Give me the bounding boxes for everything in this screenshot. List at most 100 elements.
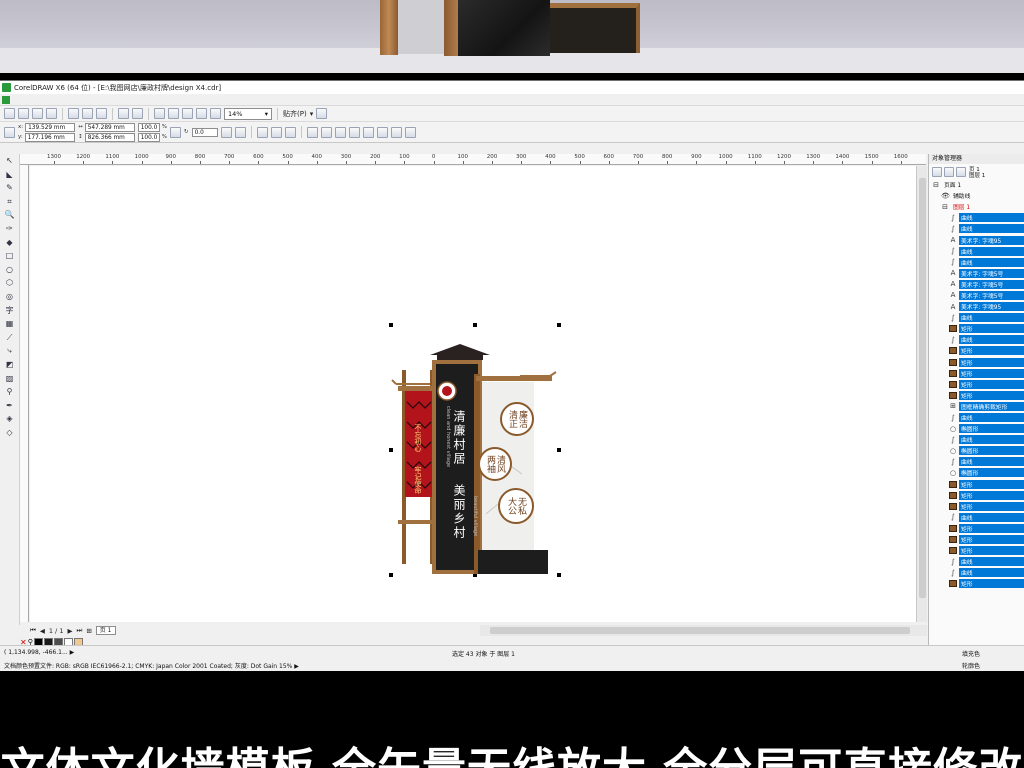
object-tree-row[interactable]: 矩形 xyxy=(929,368,1024,379)
simplify-icon[interactable] xyxy=(362,126,374,138)
object-tree-row[interactable]: ∫ 曲线 xyxy=(929,257,1024,268)
app-launcher-icon[interactable] xyxy=(210,108,221,119)
first-page-icon[interactable]: ⏮ xyxy=(30,626,36,635)
cut-icon[interactable] xyxy=(68,108,79,119)
publish-pdf-icon[interactable] xyxy=(196,108,207,119)
horizontal-scrollbar[interactable] xyxy=(480,625,927,636)
object-tree-row[interactable]: 矩形 xyxy=(929,523,1024,534)
outline-pen-icon[interactable]: ✒ xyxy=(4,401,15,411)
object-tree-row[interactable]: ∫ 曲线 xyxy=(929,434,1024,445)
object-tree-row[interactable]: 矩形 xyxy=(929,357,1024,368)
search-content-icon[interactable] xyxy=(154,108,165,119)
last-page-icon[interactable]: ⏭ xyxy=(76,626,82,635)
undo-icon[interactable] xyxy=(118,108,129,119)
object-tree-row[interactable]: 矩形 xyxy=(929,479,1024,490)
front-minus-back-icon[interactable] xyxy=(376,126,388,138)
layer-manager-icon[interactable] xyxy=(944,166,954,177)
object-tree-row[interactable]: ○ 椭圆形 xyxy=(929,467,1024,478)
next-page-icon[interactable]: ▶ xyxy=(67,627,72,635)
new-document-icon[interactable] xyxy=(4,108,15,119)
height-field[interactable]: 826.366 mm xyxy=(84,132,135,142)
object-tree-row[interactable]: 矩形 xyxy=(929,345,1024,356)
table-tool-icon[interactable]: ▦ xyxy=(4,319,15,329)
object-tree-row[interactable]: ⊞ 图框精确剪裁矩形 xyxy=(929,401,1024,412)
scroll-thumb[interactable] xyxy=(490,627,910,634)
object-tree-row[interactable]: 矩形 xyxy=(929,501,1024,512)
width-field[interactable]: 547.289 mm xyxy=(84,122,135,132)
dimension-tool-icon[interactable]: ⟋ xyxy=(4,333,15,343)
object-tree-row[interactable]: A 美术字: 字魂95 xyxy=(929,234,1024,245)
scale-x-field[interactable]: 100.0 xyxy=(137,122,160,132)
smart-fill-icon[interactable]: ◆ xyxy=(4,238,15,248)
add-page-icon[interactable]: ⊞ xyxy=(86,627,91,635)
object-tree-row[interactable]: ∫ 曲线 xyxy=(929,412,1024,423)
freehand-tool-icon[interactable]: ✑ xyxy=(4,224,15,234)
back-minus-front-icon[interactable] xyxy=(390,126,402,138)
export-icon[interactable] xyxy=(182,108,193,119)
blend-tool-icon[interactable]: ◩ xyxy=(4,360,15,370)
rectangle-tool-icon[interactable]: □ xyxy=(4,251,15,261)
object-tree-row[interactable]: 矩形 xyxy=(929,534,1024,545)
pick-tool-icon[interactable]: ↖ xyxy=(4,156,15,166)
x-position-field[interactable]: 139.529 mm xyxy=(25,122,76,132)
ungroup-all-icon[interactable] xyxy=(284,126,296,138)
object-tree-row[interactable]: A 美术字: 字魂95 xyxy=(929,301,1024,312)
y-position-field[interactable]: 177.196 mm xyxy=(24,132,75,142)
object-tree-row[interactable]: A 美术字: 字魂5号 xyxy=(929,279,1024,290)
object-tree-row[interactable]: ○ 椭圆形 xyxy=(929,445,1024,456)
copy-icon[interactable] xyxy=(82,108,93,119)
scale-y-field[interactable]: 100.0 xyxy=(137,132,160,142)
import-icon[interactable] xyxy=(168,108,179,119)
connector-tool-icon[interactable]: ⤷ xyxy=(4,346,15,356)
object-tree-row[interactable]: ⊟ 页面 1 xyxy=(929,179,1024,190)
object-origin-icon[interactable] xyxy=(4,126,15,138)
object-tree-row[interactable]: 矩形 xyxy=(929,545,1024,556)
snap-to-menu[interactable]: 贴齐(P) xyxy=(283,109,307,119)
object-tree-row[interactable]: A 美术字: 字魂5号 xyxy=(929,290,1024,301)
shape-tool-icon[interactable]: ◣ xyxy=(4,170,15,180)
object-tree-row[interactable]: ∫ 曲线 xyxy=(929,312,1024,323)
scroll-thumb[interactable] xyxy=(919,178,926,598)
object-tree-row[interactable]: ∫ 曲线 xyxy=(929,246,1024,257)
fill-color-indicator[interactable]: 填充色 xyxy=(962,649,980,658)
page-tab[interactable]: 页 1 xyxy=(95,626,116,635)
print-icon[interactable] xyxy=(46,108,57,119)
lock-ratio-icon[interactable] xyxy=(169,126,181,138)
weld-icon[interactable] xyxy=(320,126,332,138)
object-tree-row[interactable]: ∫ 曲线 xyxy=(929,223,1024,234)
ungroup-icon[interactable] xyxy=(270,126,282,138)
object-tree-row[interactable]: ∫ 曲线 xyxy=(929,334,1024,345)
object-tree-row[interactable]: 矩形 xyxy=(929,578,1024,589)
object-tree-row[interactable]: ⊟ 图层 1 xyxy=(929,201,1024,212)
zoom-combo[interactable]: 14% ▾ xyxy=(224,107,272,120)
group-icon[interactable] xyxy=(256,126,268,138)
save-icon[interactable] xyxy=(32,108,43,119)
zoom-tool-icon[interactable]: 🔍 xyxy=(4,210,15,220)
transparency-tool-icon[interactable]: ▨ xyxy=(4,374,15,384)
object-tree-row[interactable]: ∫ 曲线 xyxy=(929,212,1024,223)
object-tree-row[interactable]: ∫ 曲线 xyxy=(929,556,1024,567)
mirror-horizontal-icon[interactable] xyxy=(220,126,232,138)
app-menu-icon[interactable] xyxy=(2,95,10,104)
object-tree-row[interactable]: ○ 椭圆形 xyxy=(929,423,1024,434)
show-properties-icon[interactable] xyxy=(932,166,942,177)
object-tree-row[interactable]: 矩形 xyxy=(929,490,1024,501)
angle-field[interactable]: 0.0 xyxy=(191,127,218,137)
object-tree-row[interactable]: 矩形 xyxy=(929,323,1024,334)
object-tree-row[interactable]: A 美术字: 字魂5号 xyxy=(929,268,1024,279)
eyedropper-icon[interactable]: ⚲ xyxy=(4,387,15,397)
trim-icon[interactable] xyxy=(334,126,346,138)
ellipse-tool-icon[interactable]: ○ xyxy=(4,265,15,275)
open-folder-icon[interactable] xyxy=(18,108,29,119)
fill-tool-icon[interactable]: ◈ xyxy=(4,414,15,424)
object-tree-row[interactable]: 矩形 xyxy=(929,390,1024,401)
color-profile-info[interactable]: 文档颜色预置文件: RGB: sRGB IEC61966-2.1; CMYK: … xyxy=(4,661,299,670)
smear-tool-icon[interactable]: ✎ xyxy=(4,183,15,193)
object-tree-row[interactable]: 👁 辅助线 xyxy=(929,190,1024,201)
object-tree-row[interactable]: ∫ 曲线 xyxy=(929,512,1024,523)
options-icon[interactable] xyxy=(316,108,328,119)
combine-icon[interactable] xyxy=(306,126,318,138)
redo-icon[interactable] xyxy=(132,108,143,119)
crop-tool-icon[interactable]: ⌗ xyxy=(4,197,15,207)
layer-view-icon[interactable] xyxy=(956,166,966,177)
